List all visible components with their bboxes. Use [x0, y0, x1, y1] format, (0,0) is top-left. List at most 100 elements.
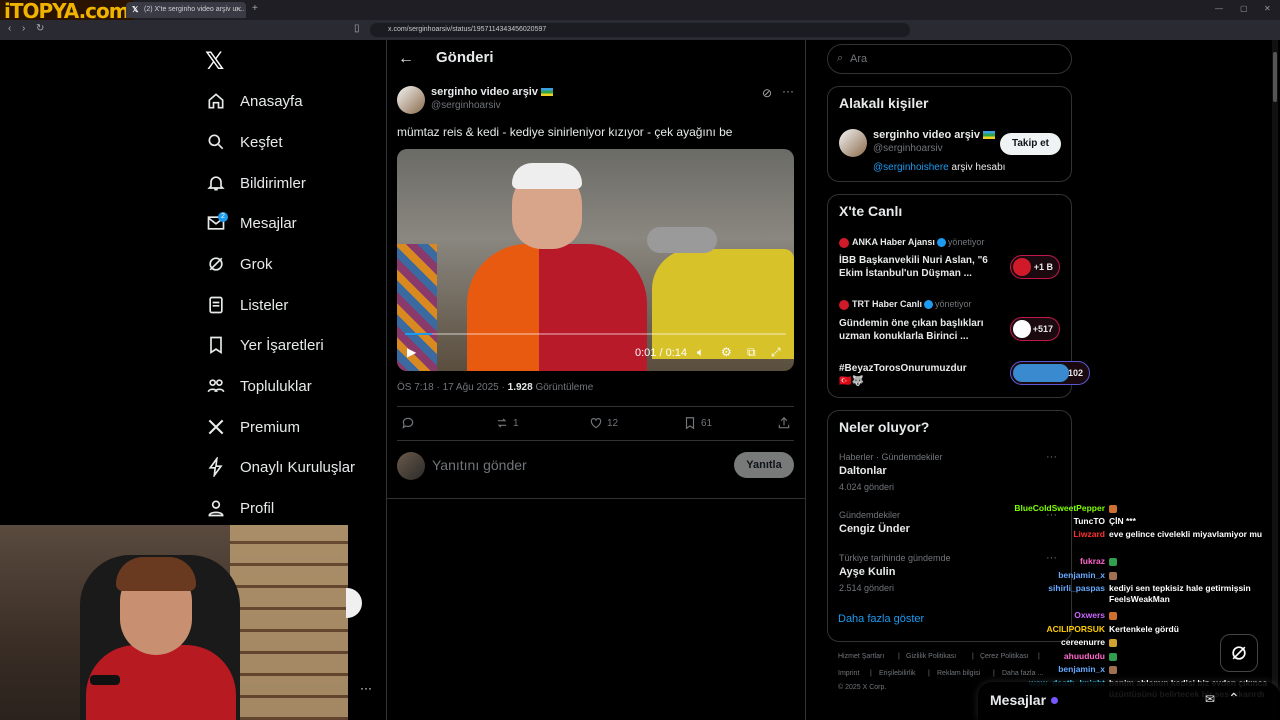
chat-username[interactable]: ahuududu	[1064, 651, 1105, 662]
sidebar-item-5[interactable]: Grok	[205, 249, 273, 279]
close-window-icon[interactable]: ✕	[1264, 4, 1271, 13]
footer-imprint[interactable]: Imprint	[838, 670, 859, 677]
show-more-link[interactable]: Daha fazla göster	[838, 613, 924, 625]
live-headline[interactable]: #BeyazTorosOnurumuzdur🇹🇷🐺	[839, 362, 974, 388]
settings-icon[interactable]: ⚙	[721, 345, 732, 359]
trend-more-icon[interactable]: ···	[1046, 552, 1057, 564]
trends-panel: Neler oluyor? Haberler · Gündemdekiler D…	[827, 410, 1072, 642]
nav-more-button[interactable]	[346, 588, 362, 618]
scrollbar-thumb[interactable]	[1273, 52, 1277, 102]
tab-close-icon[interactable]: ✕	[235, 5, 242, 14]
sidebar-item-9[interactable]: Premium	[205, 412, 300, 442]
reply-input[interactable]: Yanıtını gönder	[432, 457, 527, 473]
chat-username[interactable]: BlueColdSweetPepper	[1014, 503, 1105, 514]
related-people-panel: Alakalı kişiler serginho video arşiv @se…	[827, 86, 1072, 182]
user-avatar[interactable]	[397, 452, 425, 480]
chat-username[interactable]: Liwzard	[1073, 529, 1105, 540]
related-handle[interactable]: @serginhoarsiv	[873, 143, 943, 154]
reply-action[interactable]	[401, 416, 419, 430]
collapse-icon[interactable]: ⌃	[1228, 690, 1240, 707]
footer-cookies[interactable]: Çerez Politikası	[980, 653, 1029, 660]
sidebar-item-6[interactable]: Listeler	[205, 290, 288, 320]
search-input[interactable]: ⌕ Ara	[827, 44, 1072, 74]
follow-button[interactable]: Takip et	[1000, 133, 1061, 155]
footer-terms[interactable]: Hizmet Şartları	[838, 653, 884, 660]
footer-accessibility[interactable]: Erişilebilirlik	[879, 670, 916, 677]
new-message-icon[interactable]: ✉	[1205, 692, 1215, 706]
sidebar-item-4[interactable]: 2 Mesajlar	[205, 208, 297, 238]
footer-more[interactable]: Daha fazla ...	[1002, 670, 1043, 677]
post-timestamp[interactable]: ÖS 7:18 · 17 Ağu 2025 ·	[397, 382, 508, 393]
video-frame-pillow	[397, 244, 437, 371]
related-avatar[interactable]	[839, 129, 867, 157]
author-name[interactable]: serginho video arşiv	[431, 86, 553, 98]
browser-tab[interactable]: 𝕏 (2) X'te serginho video arşiv ur... ✕	[126, 2, 246, 18]
chat-username[interactable]: benjamin_x	[1058, 664, 1105, 675]
back-icon[interactable]: ‹	[8, 23, 11, 34]
chat-username[interactable]: cereenurre	[1061, 637, 1105, 648]
sidebar-item-label: Listeler	[240, 296, 289, 314]
related-name[interactable]: serginho video arşiv	[873, 129, 995, 141]
fullscreen-icon[interactable]: ⤢	[771, 345, 781, 360]
sidebar-item-2[interactable]: Keşfet	[205, 127, 283, 157]
footer-ads[interactable]: Reklam bilgisi	[937, 670, 980, 677]
chat-username[interactable]: fukraz	[1080, 556, 1105, 567]
minimize-icon[interactable]: —	[1215, 4, 1223, 13]
trend-more-icon[interactable]: ···	[1046, 451, 1057, 463]
video-progress-bar[interactable]	[405, 333, 786, 335]
live-listeners-pill[interactable]: +517	[1010, 317, 1060, 341]
sidebar-item-1[interactable]: Anasayfa	[205, 86, 303, 116]
play-icon[interactable]: ▶	[407, 345, 416, 359]
messages-drawer-title[interactable]: Mesajlar	[990, 692, 1046, 708]
author-handle[interactable]: @serginhoarsiv	[431, 100, 501, 111]
live-role: yönetiyor	[947, 237, 985, 247]
lightning-icon	[205, 456, 227, 478]
footer-privacy[interactable]: Gizlilik Politikası	[906, 653, 956, 660]
x-logo-icon[interactable]: 𝕏	[205, 47, 224, 75]
chat-username[interactable]: benjamin_x	[1058, 570, 1105, 581]
new-tab-button[interactable]: +	[252, 3, 258, 14]
more-options-icon[interactable]: ···	[782, 84, 794, 98]
grok-fab-button[interactable]	[1220, 634, 1258, 672]
live-source-trt[interactable]: TRT Haber Canlı yönetiyor	[839, 299, 972, 310]
reload-icon[interactable]: ↻	[36, 23, 44, 34]
sidebar-item-11[interactable]: Profil	[205, 493, 274, 523]
trend-name[interactable]: Cengiz Ünder	[839, 523, 910, 535]
chat-username[interactable]: TuncTO	[1074, 516, 1105, 527]
author-avatar[interactable]	[397, 86, 425, 114]
live-headline[interactable]: İBB Başkanvekili Nuri Aslan, "6 Ekim İst…	[839, 254, 1004, 280]
bio-mention-link[interactable]: @serginhoishere	[873, 162, 949, 173]
like-action[interactable]: 12	[589, 416, 618, 430]
live-headline[interactable]: Gündemin öne çıkan başlıkları uzman konu…	[839, 317, 1004, 343]
related-name-text: serginho video arşiv	[873, 129, 980, 141]
video-player[interactable]: ▶ 0:01 / 0:14 🔈︎ ⚙ ⧉ ⤢	[397, 149, 794, 371]
url-bar[interactable]: x.com/serginhoarsiv/status/1957114343456…	[370, 23, 910, 37]
retweet-action[interactable]: 1	[495, 416, 519, 430]
chat-username[interactable]: sihirli_paspas	[1048, 583, 1105, 594]
volume-icon[interactable]: 🔈︎	[697, 345, 704, 360]
pip-icon[interactable]: ⧉	[747, 345, 756, 360]
back-arrow-icon[interactable]: ←	[398, 50, 414, 68]
trend-name[interactable]: Ayşe Kulin	[839, 566, 895, 578]
search-placeholder: Ara	[850, 53, 868, 65]
maximize-icon[interactable]: ▢	[1240, 4, 1248, 13]
account-more-icon[interactable]: ···	[360, 681, 372, 695]
chat-message: ÇİN ***	[1109, 516, 1136, 526]
bookmark-count: 61	[701, 417, 713, 429]
live-listeners-pill[interactable]: +102	[1010, 361, 1090, 385]
live-listeners-pill[interactable]: +1 B	[1010, 255, 1060, 279]
sidebar-item-7[interactable]: Yer İşaretleri	[205, 330, 324, 360]
live-source-anka[interactable]: ANKA Haber Ajansı yönetiyor	[839, 237, 984, 248]
trend-name[interactable]: Daltonlar	[839, 465, 887, 477]
grok-explain-icon[interactable]: ⊘	[762, 86, 772, 100]
bookmark-action[interactable]: 61	[683, 416, 712, 430]
share-action[interactable]	[777, 416, 795, 430]
sidebar-item-10[interactable]: Onaylı Kuruluşlar	[205, 452, 355, 482]
chat-username[interactable]: Oxwers	[1074, 610, 1105, 621]
sidebar-item-3[interactable]: Bildirimler	[205, 168, 306, 198]
bookmark-page-icon[interactable]: ▯	[354, 23, 360, 34]
chat-username[interactable]: ACILIPORSUK	[1046, 624, 1105, 635]
reply-button[interactable]: Yanıtla	[734, 452, 794, 478]
forward-icon[interactable]: ›	[22, 23, 25, 34]
sidebar-item-8[interactable]: Topluluklar	[205, 371, 312, 401]
